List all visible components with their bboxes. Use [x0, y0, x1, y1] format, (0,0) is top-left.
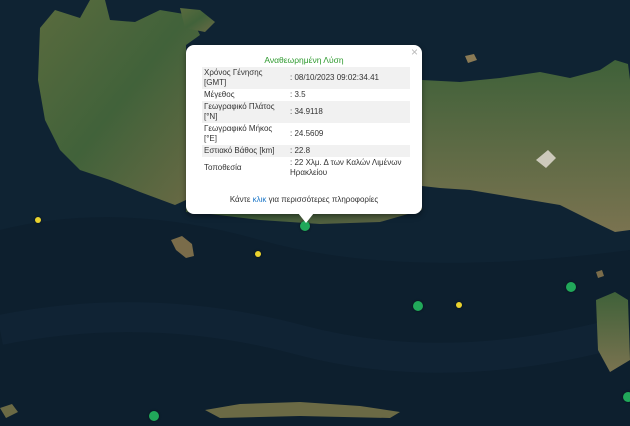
row-value: : 22.8 [290, 146, 311, 155]
popup-title: Αναθεωρημένη Λύση [264, 55, 344, 65]
row-label: Εστιακό Βάθος [km] [204, 146, 275, 155]
row-value: : 24.5609 [290, 129, 324, 138]
popup-pointer [298, 213, 314, 223]
table-row: Γεωγραφικό Μήκος [°E] : 24.5609 [202, 123, 410, 145]
row-label: Μέγεθος [204, 90, 235, 99]
earthquake-info-table: Χρόνος Γένησης [GMT] : 08/10/2023 09:02:… [202, 67, 410, 179]
table-row: Μέγεθος : 3.5 [202, 89, 410, 101]
more-info-link[interactable]: κλικ [253, 195, 267, 204]
row-label: Χρόνος Γένησης [GMT] [204, 68, 263, 87]
row-value: : 3.5 [290, 90, 306, 99]
table-row: Τοποθεσία : 22 Χλμ. Δ των Καλών Λιμένων … [202, 157, 410, 179]
map-view[interactable]: × Αναθεωρημένη Λύση Χρόνος Γένησης [GMT]… [0, 0, 630, 426]
earthquake-marker[interactable] [623, 392, 630, 402]
more-prefix: Κάντε [229, 195, 251, 204]
more-suffix: για περισσότερες πληροφορίες [268, 195, 379, 204]
row-value: : 08/10/2023 09:02:34.41 [290, 73, 379, 82]
row-label: Γεωγραφικό Πλάτος [°N] [204, 102, 275, 121]
earthquake-info-popup: × Αναθεωρημένη Λύση Χρόνος Γένησης [GMT]… [186, 45, 422, 214]
row-label: Τοποθεσία [204, 163, 242, 172]
row-value: : 22 Χλμ. Δ των Καλών Λιμένων Ηρακλείου [290, 158, 402, 177]
earthquake-marker[interactable] [149, 411, 159, 421]
table-row: Γεωγραφικό Πλάτος [°N] : 34.9118 [202, 101, 410, 123]
close-icon[interactable]: × [411, 46, 418, 58]
row-label: Γεωγραφικό Μήκος [°E] [204, 124, 273, 143]
table-row: Χρόνος Γένησης [GMT] : 08/10/2023 09:02:… [202, 67, 410, 89]
table-row: Εστιακό Βάθος [km] : 22.8 [202, 145, 410, 157]
earthquake-marker[interactable] [456, 302, 462, 308]
more-info-text: Κάντε κλικ για περισσότερες πληροφορίες [186, 195, 422, 204]
earthquake-marker[interactable] [35, 217, 41, 223]
earthquake-marker[interactable] [255, 251, 261, 257]
earthquake-marker[interactable] [566, 282, 576, 292]
row-value: : 34.9118 [290, 107, 323, 116]
earthquake-marker[interactable] [413, 301, 423, 311]
